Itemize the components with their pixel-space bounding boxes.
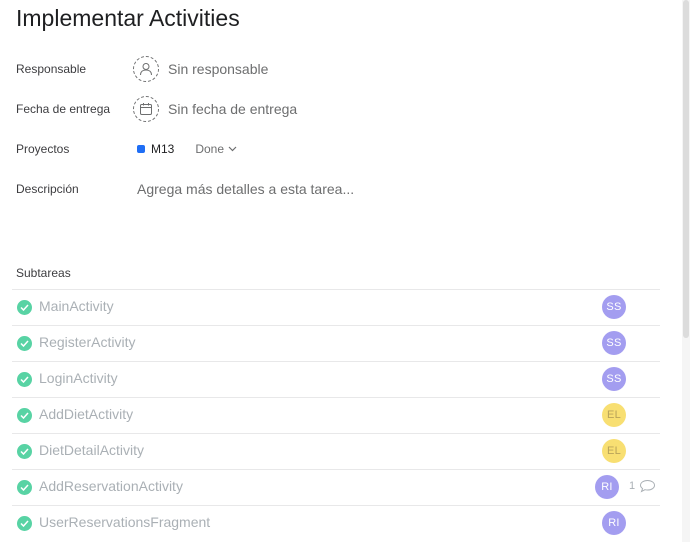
check-circle-icon[interactable] [17, 372, 32, 387]
subtasks-label: Subtareas [16, 266, 71, 280]
avatar[interactable]: SS [602, 331, 626, 355]
chevron-down-icon [228, 146, 237, 152]
avatar[interactable]: SS [602, 295, 626, 319]
check-circle-icon[interactable] [17, 480, 32, 495]
avatar[interactable]: EL [602, 403, 626, 427]
subtask-row[interactable]: UserReservationsFragment RI [12, 505, 660, 541]
subtask-row[interactable]: RegisterActivity SS [12, 325, 660, 361]
description-label: Descripción [16, 182, 79, 196]
task-detail-pane: Implementar Activities Responsable Sin r… [0, 0, 690, 542]
subtask-name[interactable]: RegisterActivity [39, 334, 135, 350]
subtask-name[interactable]: AddReservationActivity [39, 478, 183, 494]
subtask-name[interactable]: LoginActivity [39, 370, 118, 386]
scrollbar[interactable] [682, 0, 690, 542]
assignee-label: Responsable [16, 62, 87, 76]
subtask-name[interactable]: AddDietActivity [39, 406, 133, 422]
due-date-row: Fecha de entrega Sin fecha de entrega [16, 94, 656, 124]
project-color-dot [137, 145, 145, 153]
projects-label: Proyectos [16, 142, 70, 156]
description-input[interactable]: Agrega más detalles a esta tarea... [137, 181, 354, 197]
subtask-list: MainActivity SS RegisterActivity SS Logi… [12, 289, 660, 541]
assignee-row: Responsable Sin responsable [16, 54, 656, 84]
check-circle-icon[interactable] [17, 408, 32, 423]
avatar[interactable]: RI [595, 475, 619, 499]
task-title[interactable]: Implementar Activities [16, 5, 240, 32]
comment-count-value: 1 [629, 480, 636, 492]
description-row: Descripción Agrega más detalles a esta t… [16, 174, 656, 204]
subtask-row[interactable]: AddReservationActivity RI 1 [12, 469, 660, 505]
projects-row: Proyectos M13 Done [16, 134, 656, 164]
comment-icon [640, 479, 656, 493]
check-circle-icon[interactable] [17, 444, 32, 459]
subtask-row[interactable]: DietDetailActivity EL [12, 433, 660, 469]
subtask-name[interactable]: DietDetailActivity [39, 442, 144, 458]
avatar[interactable]: EL [602, 439, 626, 463]
comment-count[interactable]: 1 [629, 479, 656, 493]
due-date-label: Fecha de entrega [16, 102, 111, 116]
check-circle-icon[interactable] [17, 336, 32, 351]
subtask-name[interactable]: MainActivity [39, 298, 114, 314]
project-status-value: Done [195, 142, 225, 156]
avatar[interactable]: RI [602, 511, 626, 535]
subtask-row[interactable]: LoginActivity SS [12, 361, 660, 397]
scrollbar-thumb[interactable] [683, 0, 689, 338]
avatar[interactable]: SS [602, 367, 626, 391]
assignee-value[interactable]: Sin responsable [168, 61, 268, 77]
due-date-value[interactable]: Sin fecha de entrega [168, 101, 297, 117]
project-name[interactable]: M13 [151, 142, 174, 156]
project-status-select[interactable]: Done [195, 142, 237, 156]
subtask-row[interactable]: AddDietActivity EL [12, 397, 660, 433]
calendar-icon[interactable] [133, 96, 159, 122]
check-circle-icon[interactable] [17, 300, 32, 315]
check-circle-icon[interactable] [17, 516, 32, 531]
subtask-name[interactable]: UserReservationsFragment [39, 514, 210, 530]
subtask-row[interactable]: MainActivity SS [12, 289, 660, 325]
person-icon[interactable] [133, 56, 159, 82]
